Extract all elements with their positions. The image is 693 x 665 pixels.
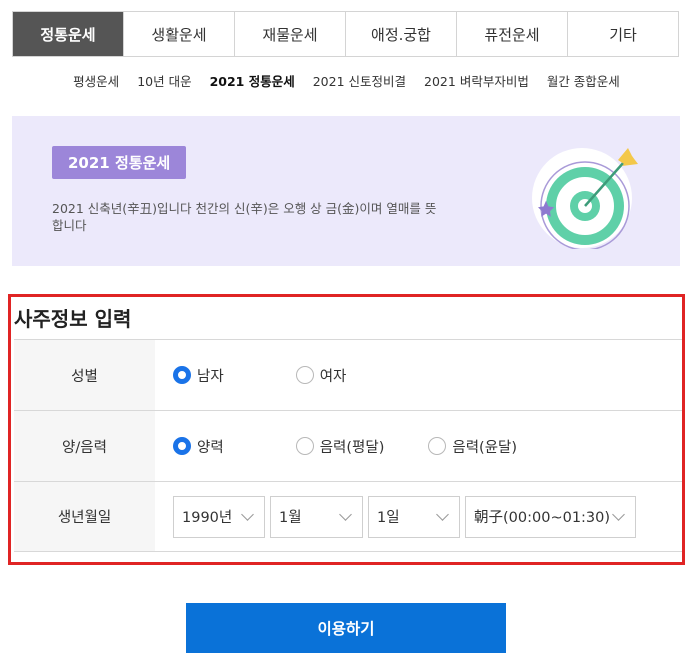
gender-male-label: 남자 xyxy=(197,368,224,385)
banner-description: 2021 신축년(辛丑)입니다 천간의 신(辛)은 오행 상 금(金)이며 열매… xyxy=(52,201,437,233)
radio-circle xyxy=(173,437,191,455)
time-value: 朝子(00:00~01:30) xyxy=(474,510,611,526)
gender-female-radio[interactable]: 여자 xyxy=(295,365,347,386)
subnav-2021-wealth-secret[interactable]: 2021 벼락부자비법 xyxy=(424,71,529,91)
chevron-down-icon xyxy=(612,508,625,521)
birth-label: 생년월일 xyxy=(14,482,155,551)
subnav-10-year-fortune[interactable]: 10년 대운 xyxy=(137,71,191,91)
time-select[interactable]: 朝子(00:00~01:30) xyxy=(465,495,636,538)
banner: 2021 정통운세 2021 신축년(辛丑)입니다 천간의 신(辛)은 오행 상… xyxy=(12,116,680,266)
day-value: 1일 xyxy=(377,510,400,526)
year-value: 1990년 xyxy=(182,510,233,526)
saju-form: 사주정보 입력 성별 남자 여자 양/음력 양력 음력(평달) 음력(윤달) 생… xyxy=(8,294,685,565)
chevron-down-icon xyxy=(241,508,254,521)
tab-love-compatibility[interactable]: 애정.궁합 xyxy=(345,12,456,56)
chevron-down-icon xyxy=(436,508,449,521)
gender-female-label: 여자 xyxy=(319,368,347,385)
calendar-row: 양/음력 양력 음력(평달) 음력(윤달) xyxy=(14,410,682,481)
subnav-2021-tojeong[interactable]: 2021 신토정비결 xyxy=(313,71,406,91)
sub-nav: 평생운세 10년 대운 2021 정통운세 2021 신토정비결 2021 벼락… xyxy=(0,71,693,91)
banner-badge: 2021 정통운세 xyxy=(52,146,187,179)
main-tabs: 정통운세 생활운세 재물운세 애정.궁합 퓨전운세 기타 xyxy=(12,11,679,57)
subnav-lifetime-fortune[interactable]: 평생운세 xyxy=(73,71,119,91)
target-with-arrow-icon xyxy=(532,148,638,249)
birth-row: 생년월일 1990년 1월 1일 朝子(00:00~01:30) xyxy=(14,481,682,552)
gender-male-radio[interactable]: 남자 xyxy=(173,365,224,386)
submit-button[interactable]: 이용하기 xyxy=(186,603,506,653)
lunar-leap-label: 음력(윤달) xyxy=(452,439,518,456)
month-select[interactable]: 1월 xyxy=(270,495,363,538)
radio-circle xyxy=(173,366,191,384)
lunar-leap-radio[interactable]: 음력(윤달) xyxy=(428,436,517,457)
gender-options: 남자 여자 xyxy=(155,340,682,410)
day-select[interactable]: 1일 xyxy=(368,495,460,538)
chevron-down-icon xyxy=(339,508,352,521)
tab-traditional-fortune[interactable]: 정통운세 xyxy=(13,12,123,56)
subnav-2021-traditional-fortune[interactable]: 2021 정통운세 xyxy=(210,71,295,91)
solar-radio[interactable]: 양력 xyxy=(173,436,224,457)
year-select[interactable]: 1990년 xyxy=(173,495,265,538)
subnav-monthly-fortune[interactable]: 월간 종합운세 xyxy=(547,71,620,91)
solar-label: 양력 xyxy=(197,439,224,456)
lunar-normal-label: 음력(평달) xyxy=(319,439,385,456)
birth-selects: 1990년 1월 1일 朝子(00:00~01:30) xyxy=(155,482,682,551)
tab-fusion-fortune[interactable]: 퓨전운세 xyxy=(456,12,567,56)
month-value: 1월 xyxy=(279,510,302,526)
radio-circle xyxy=(295,437,314,455)
lunar-normal-radio[interactable]: 음력(평달) xyxy=(295,436,385,457)
tab-etc[interactable]: 기타 xyxy=(567,12,678,56)
calendar-label: 양/음력 xyxy=(14,411,155,481)
form-title: 사주정보 입력 xyxy=(14,307,132,331)
tab-life-fortune[interactable]: 생활운세 xyxy=(123,12,234,56)
tab-wealth-fortune[interactable]: 재물운세 xyxy=(234,12,345,56)
radio-circle xyxy=(428,437,447,455)
gender-label: 성별 xyxy=(14,340,155,410)
calendar-options: 양력 음력(평달) 음력(윤달) xyxy=(155,411,682,481)
gender-row: 성별 남자 여자 xyxy=(14,339,682,410)
radio-circle xyxy=(295,366,314,384)
